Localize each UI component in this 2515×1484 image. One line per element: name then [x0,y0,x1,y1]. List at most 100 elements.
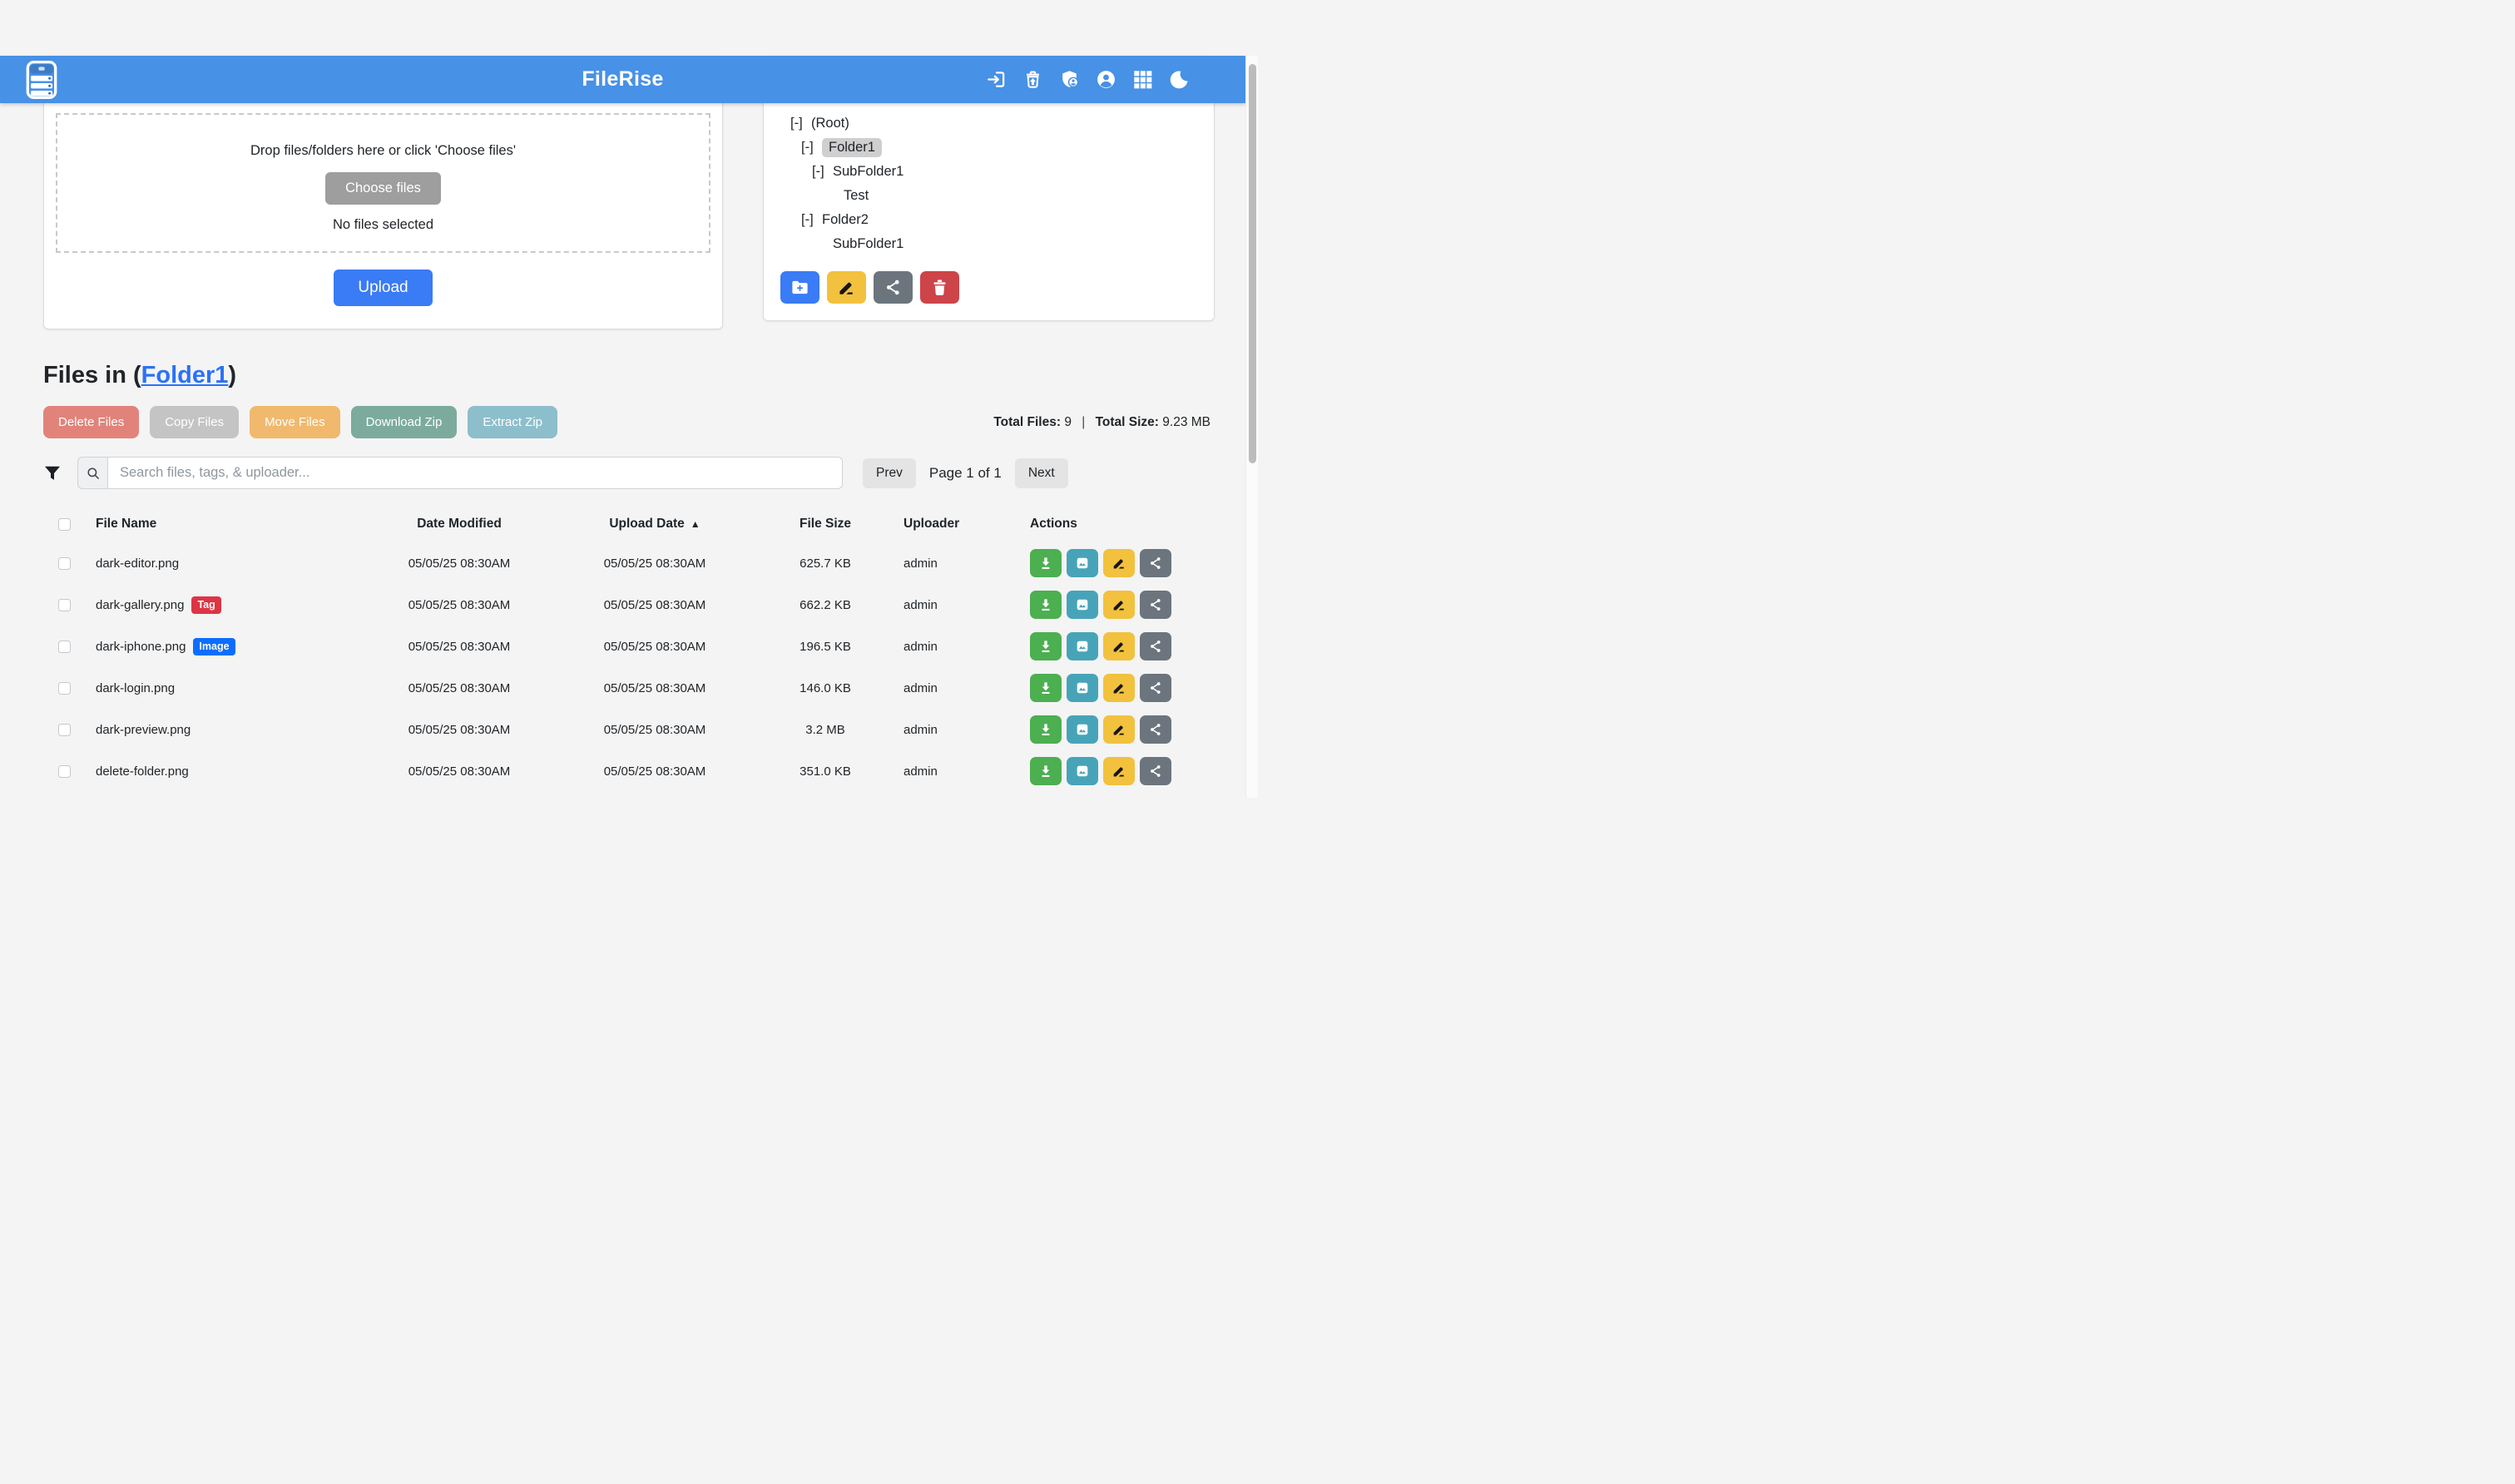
create-folder-button[interactable] [780,271,819,304]
share-file-button[interactable] [1140,591,1171,619]
tree-folder-label[interactable]: Folder1 [822,138,882,157]
file-name[interactable]: dark-editor.png [96,556,179,571]
download-file-button[interactable] [1030,632,1062,660]
share-file-button[interactable] [1140,632,1171,660]
file-name[interactable]: dark-login.png [96,681,175,695]
edit-file-button[interactable] [1103,715,1135,744]
tree-toggle[interactable]: [-] [801,140,815,156]
file-uploader: admin [900,556,1017,571]
file-name[interactable]: dark-gallery.png [96,598,184,612]
tree-toggle[interactable]: [-] [812,164,826,180]
edit-file-button[interactable] [1103,674,1135,702]
extract-zip-button[interactable]: Extract Zip [468,406,557,438]
row-checkbox[interactable] [58,599,71,611]
date-modified: 05/05/25 08:30AM [359,723,559,737]
move-files-button[interactable]: Move Files [250,406,340,438]
download-zip-button[interactable]: Download Zip [351,406,458,438]
tree-folder-label[interactable]: Folder2 [822,212,869,228]
restore-trash-icon [1022,69,1043,90]
share-file-button[interactable] [1140,757,1171,785]
edit-file-button[interactable] [1103,549,1135,577]
preview-file-button[interactable] [1067,757,1098,785]
download-file-button[interactable] [1030,591,1062,619]
file-badge: Image [193,638,235,655]
row-checkbox[interactable] [58,724,71,736]
grid-view-button[interactable] [1131,68,1154,91]
delete-folder-button[interactable] [920,271,959,304]
row-checkbox[interactable] [58,641,71,653]
date-modified: 05/05/25 08:30AM [359,681,559,695]
tree-toggle[interactable]: [-] [790,116,805,131]
prev-page-button[interactable]: Prev [863,458,916,488]
header-date-modified[interactable]: Date Modified [359,517,559,532]
row-actions [1017,632,1215,660]
table-header-row: File Name Date Modified Upload Date▲ Fil… [43,506,1215,542]
download-file-button[interactable] [1030,549,1062,577]
scrollbar-thumb[interactable] [1249,64,1256,463]
restore-trash-button[interactable] [1022,68,1044,91]
files-heading-prefix: Files in ( [43,362,141,388]
dark-mode-toggle-button[interactable] [1168,68,1191,91]
date-modified: 05/05/25 08:30AM [359,640,559,654]
tree-folder-label[interactable]: Test [844,188,869,204]
download-file-button[interactable] [1030,674,1062,702]
upload-dropzone[interactable]: Drop files/folders here or click 'Choose… [56,113,710,253]
header-file-size[interactable]: File Size [750,517,900,532]
preview-file-button[interactable] [1067,591,1098,619]
date-modified: 05/05/25 08:30AM [359,764,559,779]
share-file-button[interactable] [1140,549,1171,577]
rename-folder-button[interactable] [827,271,866,304]
share-folder-button[interactable] [874,271,913,304]
preview-file-button[interactable] [1067,549,1098,577]
download-file-button[interactable] [1030,757,1062,785]
files-heading-suffix: ) [228,362,236,388]
logout-button[interactable] [985,68,1007,91]
current-folder-link[interactable]: Folder1 [141,362,229,388]
edit-file-button[interactable] [1103,591,1135,619]
file-name[interactable]: dark-iphone.png [96,640,186,654]
admin-panel-button[interactable] [1058,68,1081,91]
row-checkbox[interactable] [58,557,71,570]
total-files-value: 9 [1064,415,1072,429]
filter-button[interactable] [43,462,67,485]
scrollbar-track[interactable] [1245,56,1258,798]
row-actions [1017,757,1215,785]
preview-file-button[interactable] [1067,674,1098,702]
upload-date: 05/05/25 08:30AM [559,640,750,654]
header-upload-date[interactable]: Upload Date▲ [559,517,750,532]
file-name[interactable]: dark-preview.png [96,723,191,737]
user-profile-button[interactable] [1095,68,1117,91]
app-logo-menu-button[interactable] [22,60,62,100]
edit-file-button[interactable] [1103,757,1135,785]
top-bar: FileRise [0,56,1245,103]
header-uploader[interactable]: Uploader [900,517,1017,532]
row-checkbox[interactable] [58,765,71,778]
share-file-button[interactable] [1140,674,1171,702]
preview-file-button[interactable] [1067,715,1098,744]
delete-files-button[interactable]: Delete Files [43,406,139,438]
header-file-name[interactable]: File Name [85,517,359,532]
share-file-button[interactable] [1140,715,1171,744]
download-file-button[interactable] [1030,715,1062,744]
tree-folder-label[interactable]: (Root) [811,116,849,131]
file-size: 196.5 KB [750,640,900,654]
upload-button[interactable]: Upload [334,270,432,306]
table-row: dark-gallery.pngTag 05/05/25 08:30AM 05/… [43,584,1215,626]
file-name[interactable]: delete-folder.png [96,764,189,779]
tree-folder-label[interactable]: SubFolder1 [833,164,904,180]
select-all-checkbox[interactable] [58,518,71,531]
edit-file-button[interactable] [1103,632,1135,660]
next-page-button[interactable]: Next [1015,458,1068,488]
search-group [77,457,843,489]
choose-files-button[interactable]: Choose files [325,172,441,205]
search-input[interactable] [107,457,843,489]
table-row: dark-preview.png 05/05/25 08:30AM 05/05/… [43,709,1215,750]
files-table: File Name Date Modified Upload Date▲ Fil… [43,506,1215,792]
tree-folder-label[interactable]: SubFolder1 [833,236,904,252]
copy-files-button[interactable]: Copy Files [150,406,239,438]
tree-toggle[interactable]: [-] [801,212,815,228]
preview-file-button[interactable] [1067,632,1098,660]
logout-icon [986,69,1007,90]
row-checkbox[interactable] [58,682,71,695]
upload-date: 05/05/25 08:30AM [559,723,750,737]
